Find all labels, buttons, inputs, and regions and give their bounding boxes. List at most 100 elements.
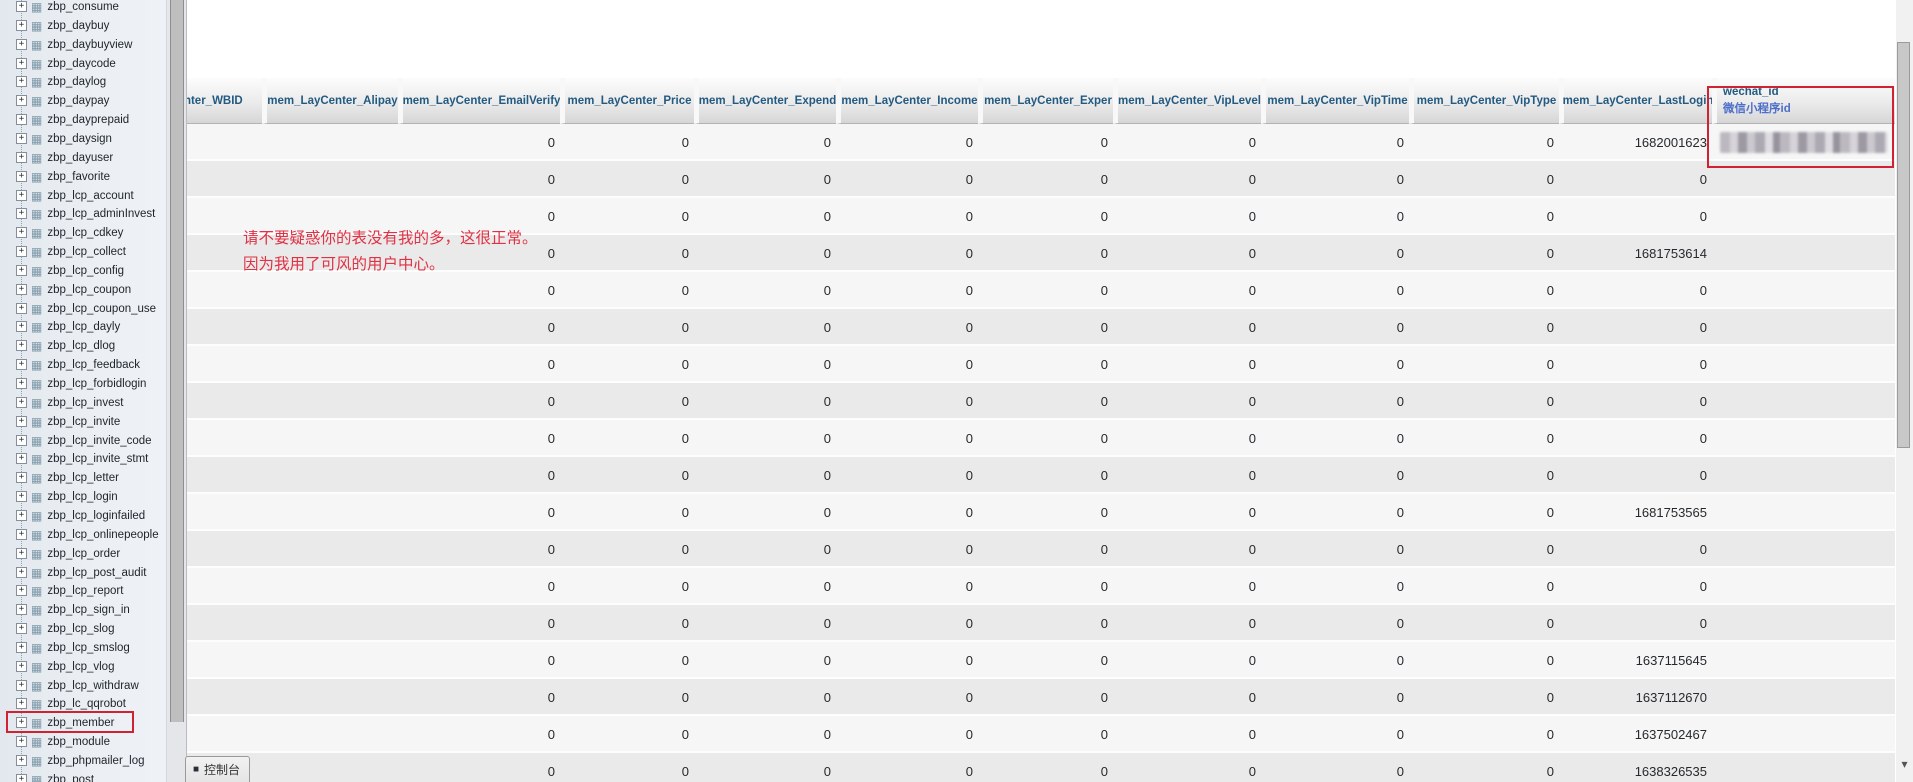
sidebar-table-zbp_lcp_onlinepeople[interactable]: +▦zbp_lcp_onlinepeople xyxy=(0,525,166,544)
cell-email_verify: 0 xyxy=(398,568,560,605)
expand-icon[interactable]: + xyxy=(16,39,27,50)
sidebar-table-zbp_daybuyview[interactable]: +▦zbp_daybuyview xyxy=(0,35,166,54)
sidebar-table-zbp_dayprepaid[interactable]: +▦zbp_dayprepaid xyxy=(0,110,166,129)
expand-icon[interactable]: + xyxy=(16,378,27,389)
expand-icon[interactable]: + xyxy=(16,321,27,332)
sidebar-table-zbp_lcp_coupon[interactable]: +▦zbp_lcp_coupon xyxy=(0,280,166,299)
expand-icon[interactable]: + xyxy=(16,680,27,691)
sidebar-table-zbp_lcp_slog[interactable]: +▦zbp_lcp_slog xyxy=(0,619,166,638)
sidebar-table-zbp_consume[interactable]: +▦zbp_consume xyxy=(0,0,166,16)
sidebar-table-zbp_lcp_feedback[interactable]: +▦zbp_lcp_feedback xyxy=(0,355,166,374)
column-header-email_verify[interactable]: mem_LayCenter_EmailVerify xyxy=(398,78,560,124)
console-button[interactable]: ■ 控制台 xyxy=(185,756,250,782)
column-header-income[interactable]: mem_LayCenter_Income xyxy=(836,78,978,124)
expand-icon[interactable]: + xyxy=(16,265,27,276)
sidebar-table-zbp_lcp_adminInvest[interactable]: +▦zbp_lcp_adminInvest xyxy=(0,204,166,223)
expand-icon[interactable]: + xyxy=(16,340,27,351)
expand-icon[interactable]: + xyxy=(16,114,27,125)
sidebar-table-zbp_lcp_forbidlogin[interactable]: +▦zbp_lcp_forbidlogin xyxy=(0,374,166,393)
sidebar-table-zbp_phpmailer_log[interactable]: +▦zbp_phpmailer_log xyxy=(0,751,166,770)
sidebar-table-zbp_lcp_withdraw[interactable]: +▦zbp_lcp_withdraw xyxy=(0,676,166,695)
sidebar-table-zbp_lcp_loginfailed[interactable]: +▦zbp_lcp_loginfailed xyxy=(0,506,166,525)
sidebar-table-zbp_daycode[interactable]: +▦zbp_daycode xyxy=(0,54,166,73)
main-scrollbar[interactable]: ▾ xyxy=(1896,0,1913,782)
sidebar-table-zbp_daypay[interactable]: +▦zbp_daypay xyxy=(0,91,166,110)
expand-icon[interactable]: + xyxy=(16,152,27,163)
column-header-vip_level[interactable]: mem_LayCenter_VipLevel xyxy=(1113,78,1261,124)
column-header-price[interactable]: mem_LayCenter_Price xyxy=(560,78,694,124)
expand-icon[interactable]: + xyxy=(16,510,27,521)
sidebar-table-zbp_lcp_invite_stmt[interactable]: +▦zbp_lcp_invite_stmt xyxy=(0,449,166,468)
sidebar-table-zbp_lcp_config[interactable]: +▦zbp_lcp_config xyxy=(0,261,166,280)
expand-icon[interactable]: + xyxy=(16,435,27,446)
sidebar-table-zbp_lcp_report[interactable]: +▦zbp_lcp_report xyxy=(0,581,166,600)
expand-icon[interactable]: + xyxy=(16,359,27,370)
expand-icon[interactable]: + xyxy=(16,472,27,483)
expand-icon[interactable]: + xyxy=(16,133,27,144)
expand-icon[interactable]: + xyxy=(16,491,27,502)
expand-icon[interactable]: + xyxy=(16,303,27,314)
sidebar-table-zbp_lcp_invest[interactable]: +▦zbp_lcp_invest xyxy=(0,393,166,412)
column-header-vip_time[interactable]: mem_LayCenter_VipTime xyxy=(1261,78,1409,124)
expand-icon[interactable]: + xyxy=(16,755,27,766)
sidebar-table-zbp_lcp_coupon_use[interactable]: +▦zbp_lcp_coupon_use xyxy=(0,299,166,318)
sidebar-table-zbp_lcp_letter[interactable]: +▦zbp_lcp_letter xyxy=(0,468,166,487)
expand-icon[interactable]: + xyxy=(16,529,27,540)
sidebar-table-zbp_lcp_smslog[interactable]: +▦zbp_lcp_smslog xyxy=(0,638,166,657)
column-header-last_login[interactable]: mem_LayCenter_LastLogin xyxy=(1559,78,1712,124)
expand-icon[interactable]: + xyxy=(16,453,27,464)
expand-icon[interactable]: + xyxy=(16,246,27,257)
expand-icon[interactable]: + xyxy=(16,604,27,615)
sidebar-table-zbp_lcp_vlog[interactable]: +▦zbp_lcp_vlog xyxy=(0,657,166,676)
cell-vip_time: 0 xyxy=(1261,161,1409,198)
sidebar-table-zbp_lcp_order[interactable]: +▦zbp_lcp_order xyxy=(0,544,166,563)
sidebar-table-zbp_lcp_invite_code[interactable]: +▦zbp_lcp_invite_code xyxy=(0,431,166,450)
sidebar-table-zbp_dayuser[interactable]: +▦zbp_dayuser xyxy=(0,148,166,167)
expand-icon[interactable]: + xyxy=(16,397,27,408)
expand-icon[interactable]: + xyxy=(16,190,27,201)
expand-icon[interactable]: + xyxy=(16,58,27,69)
expand-icon[interactable]: + xyxy=(16,548,27,559)
sidebar-table-zbp_lcp_sign_in[interactable]: +▦zbp_lcp_sign_in xyxy=(0,600,166,619)
expand-icon[interactable]: + xyxy=(16,171,27,182)
sidebar-scrollbar[interactable] xyxy=(166,0,187,782)
column-header-vip_type[interactable]: mem_LayCenter_VipType xyxy=(1409,78,1559,124)
sidebar-table-zbp_lcp_post_audit[interactable]: +▦zbp_lcp_post_audit xyxy=(0,563,166,582)
sidebar-table-zbp_lcp_collect[interactable]: +▦zbp_lcp_collect xyxy=(0,242,166,261)
expand-icon[interactable]: + xyxy=(16,642,27,653)
expand-icon[interactable]: + xyxy=(16,661,27,672)
expand-icon[interactable]: + xyxy=(16,284,27,295)
expand-icon[interactable]: + xyxy=(16,227,27,238)
sidebar-table-zbp_daylog[interactable]: +▦zbp_daylog xyxy=(0,72,166,91)
column-header-expend[interactable]: mem_LayCenter_Expend xyxy=(694,78,836,124)
sidebar-table-zbp_lcp_account[interactable]: +▦zbp_lcp_account xyxy=(0,186,166,205)
sidebar-table-zbp_daysign[interactable]: +▦zbp_daysign xyxy=(0,129,166,148)
expand-icon[interactable]: + xyxy=(16,698,27,709)
sidebar-table-zbp_lcp_invite[interactable]: +▦zbp_lcp_invite xyxy=(0,412,166,431)
expand-icon[interactable]: + xyxy=(16,416,27,427)
expand-icon[interactable]: + xyxy=(16,95,27,106)
sidebar-table-zbp_module[interactable]: +▦zbp_module xyxy=(0,732,166,751)
sidebar-table-zbp_post[interactable]: +▦zbp_post xyxy=(0,770,166,782)
sidebar-table-zbp_lcp_cdkey[interactable]: +▦zbp_lcp_cdkey xyxy=(0,223,166,242)
expand-icon[interactable]: + xyxy=(16,623,27,634)
sidebar-scrollbar-thumb[interactable] xyxy=(170,0,184,722)
expand-icon[interactable]: + xyxy=(16,774,27,782)
sidebar-table-zbp_favorite[interactable]: +▦zbp_favorite xyxy=(0,167,166,186)
main-scrollbar-thumb[interactable] xyxy=(1897,42,1910,448)
expand-icon[interactable]: + xyxy=(16,20,27,31)
sidebar-table-zbp_lcp_dlog[interactable]: +▦zbp_lcp_dlog xyxy=(0,336,166,355)
column-header-alipay[interactable]: mem_LayCenter_Alipay xyxy=(262,78,398,124)
column-header-exper[interactable]: mem_LayCenter_Exper xyxy=(978,78,1113,124)
expand-icon[interactable]: + xyxy=(16,208,27,219)
expand-icon[interactable]: + xyxy=(16,1,27,12)
sidebar-table-zbp_daybuy[interactable]: +▦zbp_daybuy xyxy=(0,16,166,35)
expand-icon[interactable]: + xyxy=(16,567,27,578)
cell-income: 0 xyxy=(836,642,978,679)
sidebar-table-zbp_lcp_login[interactable]: +▦zbp_lcp_login xyxy=(0,487,166,506)
sidebar-table-zbp_lcp_dayly[interactable]: +▦zbp_lcp_dayly xyxy=(0,317,166,336)
expand-icon[interactable]: + xyxy=(16,585,27,596)
expand-icon[interactable]: + xyxy=(16,76,27,87)
scroll-down-icon[interactable]: ▾ xyxy=(1896,753,1913,775)
expand-icon[interactable]: + xyxy=(16,736,27,747)
